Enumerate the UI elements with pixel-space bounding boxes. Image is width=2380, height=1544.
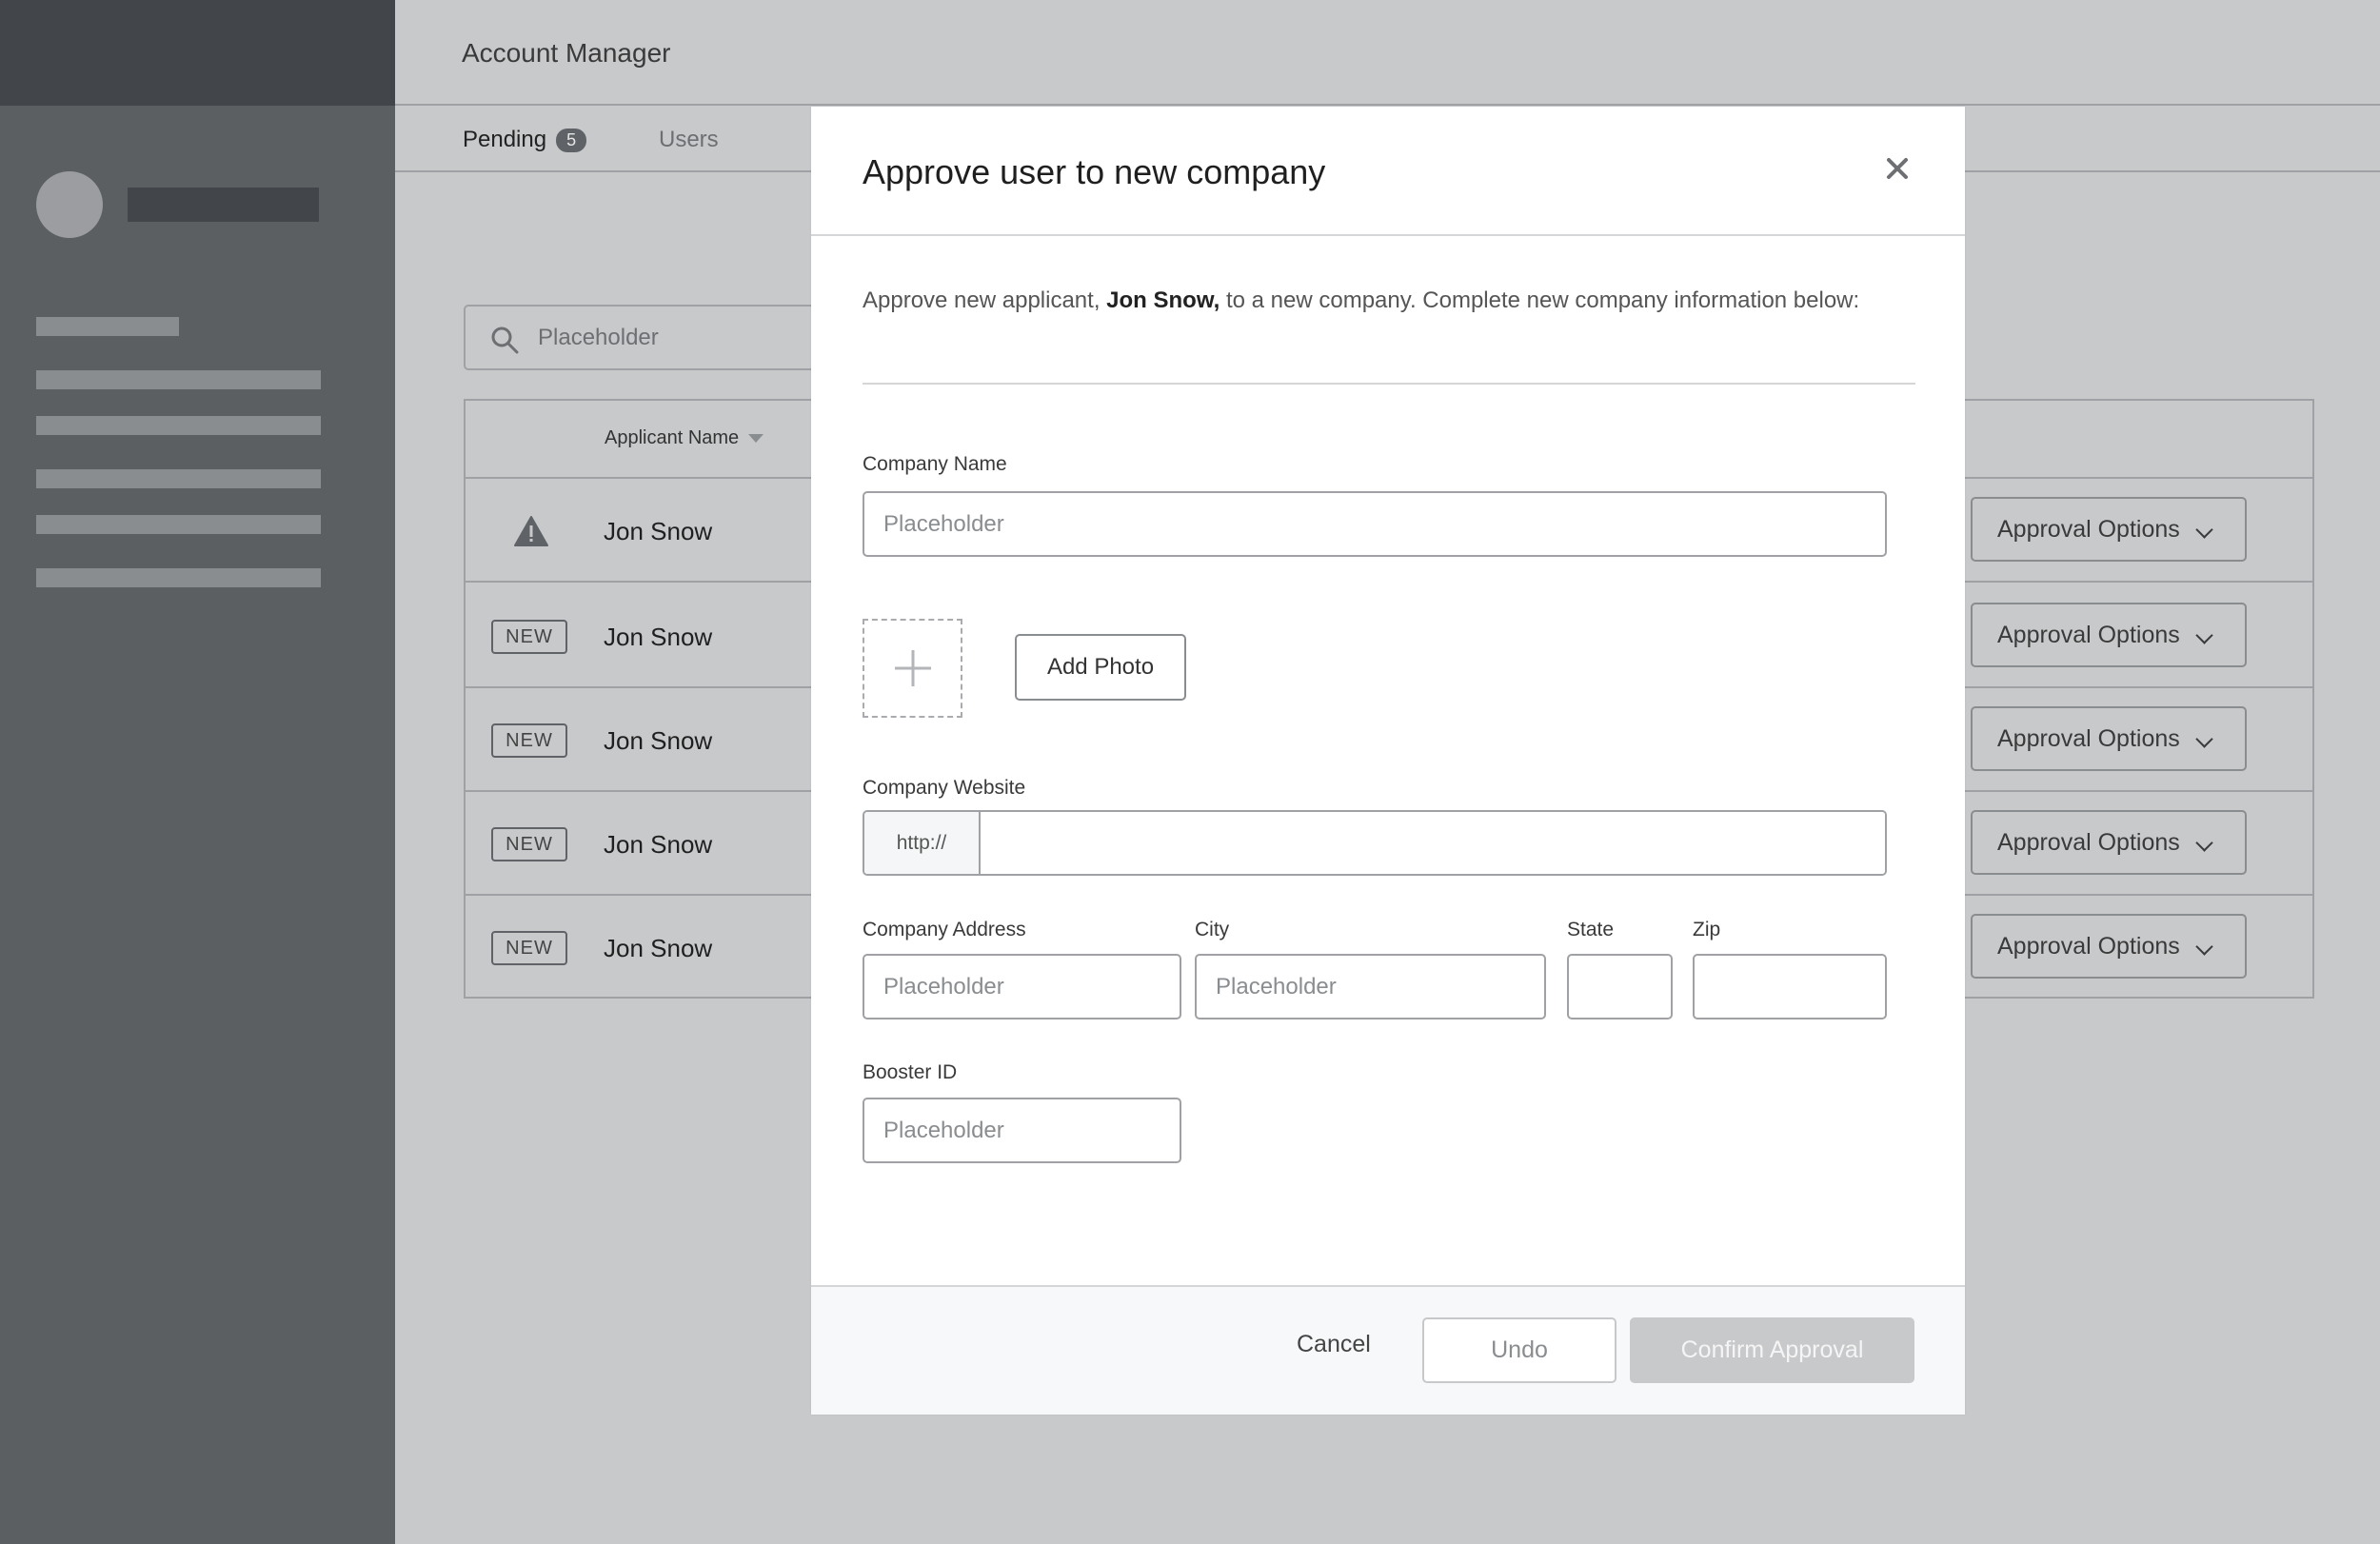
- chevron-down-icon: [2195, 938, 2213, 956]
- confirm-approval-button[interactable]: Confirm Approval: [1630, 1317, 1914, 1383]
- search-box: [464, 305, 844, 370]
- pending-count-badge: 5: [556, 128, 587, 152]
- modal-intro-text: Approve new applicant, Jon Snow, to a ne…: [863, 287, 1859, 314]
- cancel-button[interactable]: Cancel: [1297, 1331, 1371, 1358]
- approval-options-button[interactable]: Approval Options: [1971, 810, 2247, 875]
- sidebar-item-placeholder[interactable]: [36, 515, 321, 534]
- applicant-name[interactable]: Jon Snow: [604, 830, 712, 860]
- sidebar-item-placeholder[interactable]: [36, 469, 321, 488]
- tab-pending[interactable]: Pending 5: [463, 127, 587, 153]
- tab-pending-label: Pending: [463, 127, 547, 152]
- tab-users[interactable]: Users: [659, 127, 719, 153]
- intro-suffix: to a new company. Complete new company i…: [1225, 287, 1860, 313]
- approve-user-modal: Approve user to new company Approve new …: [811, 107, 1965, 1415]
- booster-id-input[interactable]: [863, 1098, 1181, 1163]
- sort-desc-icon[interactable]: [748, 434, 764, 443]
- state-input[interactable]: [1567, 954, 1673, 1019]
- zip-label: Zip: [1693, 919, 1721, 940]
- approval-options-label: Approval Options: [1997, 621, 2180, 648]
- modal-header: Approve user to new company: [811, 107, 1965, 236]
- applicant-name[interactable]: Jon Snow: [604, 934, 712, 963]
- new-badge: NEW: [491, 620, 567, 654]
- sidebar-item-placeholder[interactable]: [36, 568, 321, 587]
- new-badge: NEW: [491, 931, 567, 965]
- plus-icon: [895, 650, 931, 686]
- approval-options-label: Approval Options: [1997, 932, 2180, 960]
- approval-options-button[interactable]: Approval Options: [1971, 914, 2247, 979]
- applicant-name[interactable]: Jon Snow: [604, 623, 712, 652]
- chevron-down-icon: [2195, 626, 2213, 644]
- city-input[interactable]: [1195, 954, 1546, 1019]
- modal-footer: Cancel Undo Confirm Approval: [811, 1285, 1965, 1415]
- approval-options-label: Approval Options: [1997, 515, 2180, 543]
- sidebar-item-placeholder[interactable]: [36, 416, 321, 435]
- undo-button[interactable]: Undo: [1422, 1317, 1616, 1383]
- chevron-down-icon: [2195, 521, 2213, 539]
- new-badge: NEW: [491, 827, 567, 861]
- chevron-down-icon: [2195, 834, 2213, 852]
- photo-dropzone[interactable]: [863, 619, 962, 718]
- user-name-placeholder: [128, 188, 319, 222]
- zip-input[interactable]: [1693, 954, 1887, 1019]
- company-address-input[interactable]: [863, 954, 1181, 1019]
- sidebar: [0, 0, 395, 1544]
- sidebar-item-placeholder[interactable]: [36, 317, 179, 336]
- add-photo-button[interactable]: Add Photo: [1015, 634, 1186, 701]
- booster-id-label: Booster ID: [863, 1061, 958, 1083]
- column-header-applicant-name[interactable]: Applicant Name: [605, 427, 764, 449]
- search-icon: [491, 327, 519, 354]
- company-website-field: http://: [863, 810, 1887, 876]
- tab-users-label: Users: [659, 127, 719, 152]
- avatar[interactable]: [36, 171, 103, 238]
- url-prefix: http://: [864, 812, 981, 874]
- city-label: City: [1195, 919, 1230, 940]
- company-name-label: Company Name: [863, 453, 1007, 475]
- approval-options-label: Approval Options: [1997, 828, 2180, 856]
- app-header: Account Manager: [395, 0, 2380, 106]
- company-name-input[interactable]: [863, 491, 1887, 557]
- approval-options-button[interactable]: Approval Options: [1971, 603, 2247, 667]
- new-badge: NEW: [491, 723, 567, 758]
- company-website-input[interactable]: [982, 812, 1885, 874]
- applicant-name[interactable]: Jon Snow: [604, 726, 712, 756]
- state-label: State: [1567, 919, 1615, 940]
- intro-prefix: Approve new applicant,: [863, 287, 1101, 313]
- modal-title: Approve user to new company: [863, 152, 1326, 191]
- warning-icon: [514, 516, 548, 546]
- chevron-down-icon: [2195, 730, 2213, 748]
- close-icon[interactable]: [1885, 156, 1910, 181]
- sidebar-item-placeholder[interactable]: [36, 370, 321, 389]
- company-website-label: Company Website: [863, 777, 1026, 799]
- divider: [863, 383, 1915, 385]
- approval-options-button[interactable]: Approval Options: [1971, 706, 2247, 771]
- approval-options-label: Approval Options: [1997, 724, 2180, 752]
- company-address-label: Company Address: [863, 919, 1026, 940]
- approval-options-button[interactable]: Approval Options: [1971, 497, 2247, 562]
- intro-applicant-name: Jon Snow,: [1106, 287, 1220, 313]
- column-header-label: Applicant Name: [605, 427, 740, 448]
- search-input[interactable]: [538, 320, 823, 356]
- page-title: Account Manager: [462, 38, 671, 68]
- applicant-name[interactable]: Jon Snow: [604, 517, 712, 546]
- sidebar-header: [0, 0, 395, 106]
